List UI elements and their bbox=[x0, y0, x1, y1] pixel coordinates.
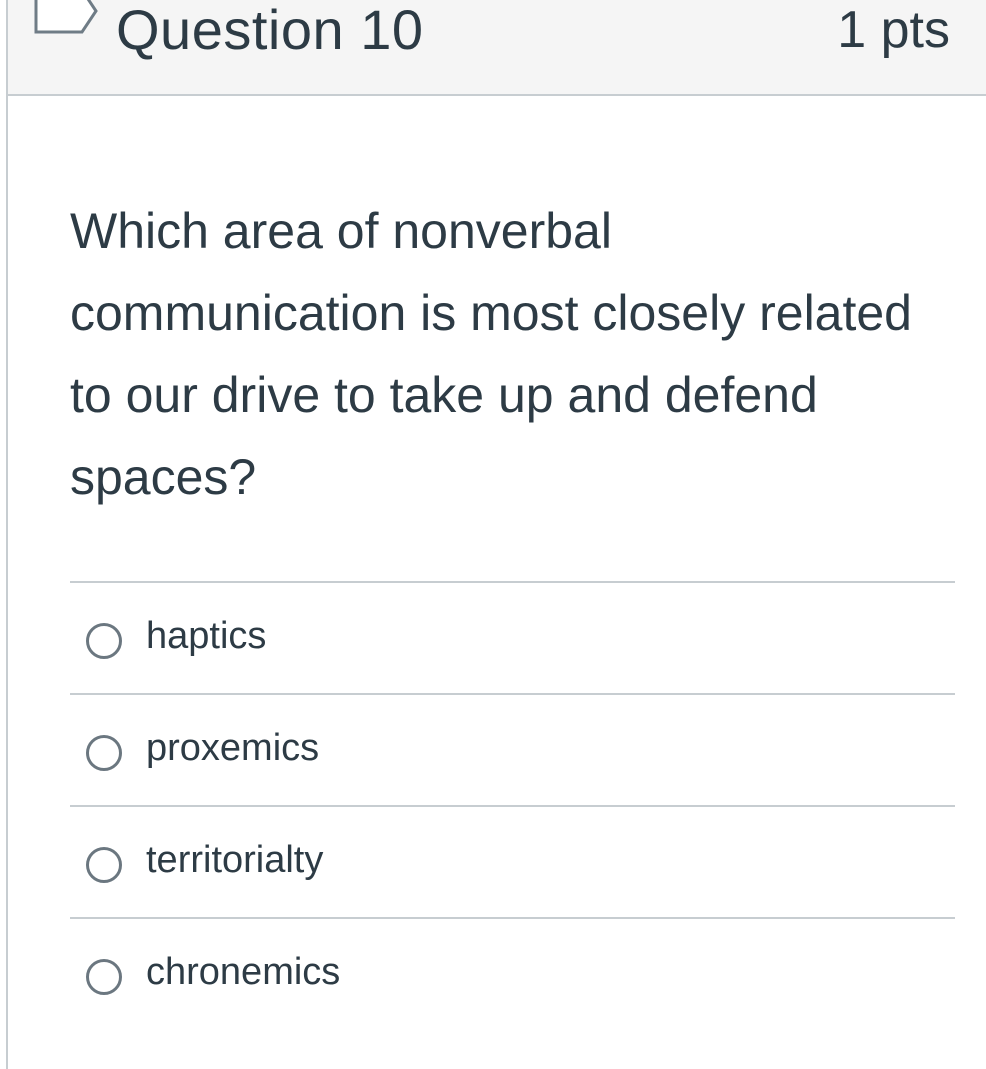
answer-option[interactable]: territorialty bbox=[70, 807, 955, 919]
answer-label[interactable]: territorialty bbox=[146, 837, 323, 883]
answer-label[interactable]: chronemics bbox=[146, 949, 340, 995]
answer-label[interactable]: proxemics bbox=[146, 725, 319, 771]
answer-option[interactable]: haptics bbox=[70, 583, 955, 695]
question-title: Question 10 bbox=[116, 0, 424, 61]
question-points: 1 pts bbox=[837, 1, 950, 59]
question-header: Question 10 1 pts bbox=[8, 0, 986, 96]
answer-label[interactable]: haptics bbox=[146, 613, 266, 659]
answer-option[interactable]: chronemics bbox=[70, 919, 955, 1031]
answer-option[interactable]: proxemics bbox=[70, 695, 955, 807]
radio-button[interactable] bbox=[86, 847, 122, 883]
question-card: Question 10 1 pts Which area of nonverba… bbox=[6, 0, 986, 1069]
radio-button[interactable] bbox=[86, 623, 122, 659]
radio-button[interactable] bbox=[86, 735, 122, 771]
radio-button[interactable] bbox=[86, 959, 122, 995]
answer-list: haptics proxemics territorialty chronemi… bbox=[70, 581, 955, 1031]
flag-question-icon[interactable] bbox=[34, 0, 102, 42]
question-text: Which area of nonverbal communication is… bbox=[70, 203, 912, 505]
